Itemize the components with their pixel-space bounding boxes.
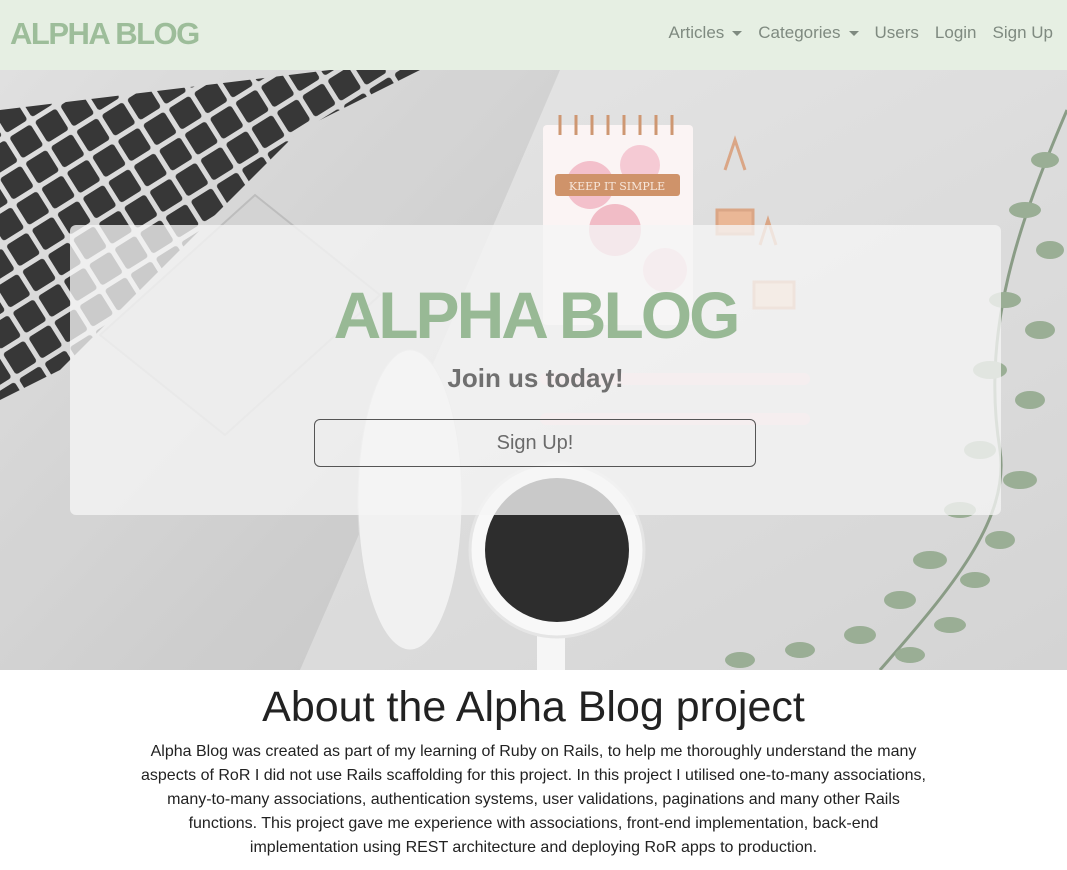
nav-signup-link[interactable]: Sign Up [993,20,1053,46]
caret-down-icon [732,30,743,36]
brand-logo[interactable]: ALPHA BLOG [10,14,200,54]
nav-categories-label: Categories [758,23,841,42]
hero-card: ALPHA BLOG Join us today! Sign Up! [70,225,1001,515]
about-title: About the Alpha Blog project [262,683,805,731]
nav-articles-dropdown[interactable]: Articles [669,20,743,46]
hero-section: KEEP IT SIMPLE ALPHA BLOG Join us today!… [0,70,1067,670]
navbar: ALPHA BLOG Articles Categories Users Log… [0,0,1067,70]
nav-categories-dropdown[interactable]: Categories [758,20,859,46]
caret-down-icon [848,30,859,36]
about-text: Alpha Blog was created as part of my lea… [141,743,926,856]
hero-subtitle: Join us today! [447,363,624,393]
nav-login-link[interactable]: Login [935,20,977,46]
nav-users-link[interactable]: Users [875,20,919,46]
hero-title: ALPHA BLOG [333,278,741,352]
hero-signup-button[interactable]: Sign Up! [314,419,756,467]
nav-links: Articles Categories Users Login Sign Up [669,20,1053,46]
nav-articles-label: Articles [668,23,725,42]
